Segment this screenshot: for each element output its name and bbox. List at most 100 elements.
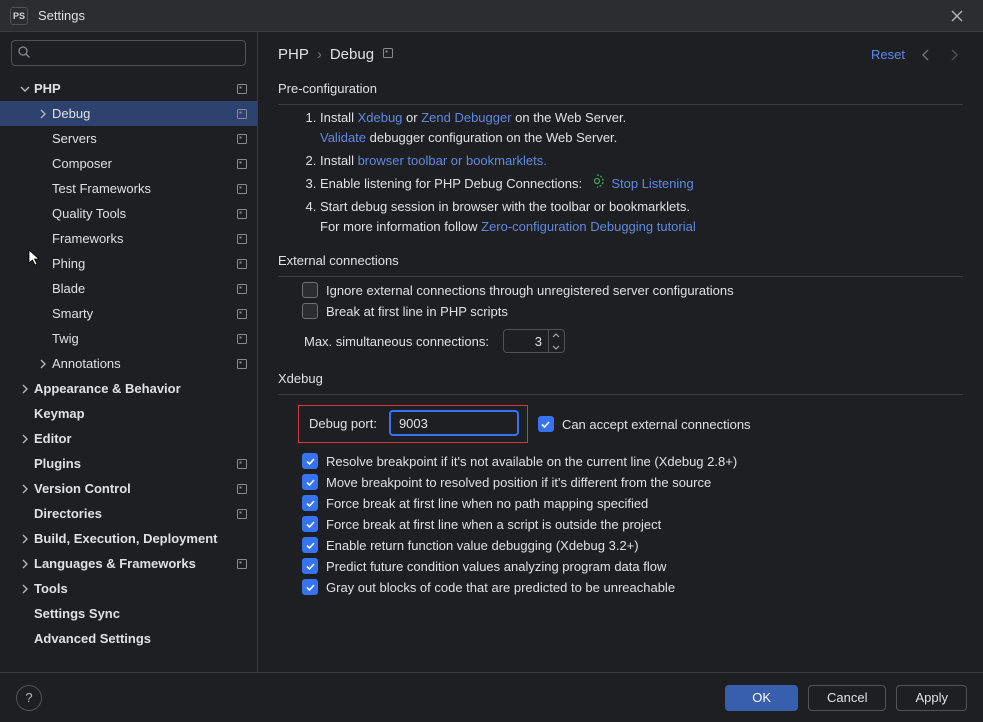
- tree-item-editor[interactable]: Editor: [0, 426, 257, 451]
- scope-icon: [235, 257, 249, 271]
- tree-item-smarty[interactable]: Smarty: [0, 301, 257, 326]
- xdebug-opt-2-checkbox[interactable]: [302, 495, 318, 511]
- main-panel: PHP › Debug Reset Pre-configuration I: [258, 32, 983, 672]
- scope-icon: [235, 107, 249, 121]
- scope-icon: [235, 132, 249, 146]
- debug-port-highlight: Debug port:: [298, 405, 528, 443]
- ignore-unregistered-checkbox[interactable]: [302, 282, 318, 298]
- accept-external-label: Can accept external connections: [562, 417, 751, 432]
- tree-item-build-execution-deployment[interactable]: Build, Execution, Deployment: [0, 526, 257, 551]
- preconfig-step-2: Install browser toolbar or bookmarklets.: [320, 151, 963, 171]
- cancel-button[interactable]: Cancel: [808, 685, 886, 711]
- chevron-right-icon[interactable]: [36, 109, 50, 119]
- accept-external-checkbox[interactable]: [538, 416, 554, 432]
- validate-link[interactable]: Validate: [320, 130, 366, 145]
- tree-item-version-control[interactable]: Version Control: [0, 476, 257, 501]
- preconfig-title: Pre-configuration: [278, 81, 963, 96]
- tree-item-label: Directories: [34, 506, 235, 521]
- chevron-right-icon[interactable]: [18, 384, 32, 394]
- xdebug-opt-4-checkbox[interactable]: [302, 537, 318, 553]
- tree-item-composer[interactable]: Composer: [0, 151, 257, 176]
- break-first-line-checkbox[interactable]: [302, 303, 318, 319]
- xdebug-opt-5-label: Predict future condition values analyzin…: [326, 559, 666, 574]
- tree-item-tools[interactable]: Tools: [0, 576, 257, 601]
- zend-debugger-link[interactable]: Zend Debugger: [421, 110, 511, 125]
- scope-icon: [235, 332, 249, 346]
- scope-icon: [235, 507, 249, 521]
- tree-item-quality-tools[interactable]: Quality Tools: [0, 201, 257, 226]
- window-title: Settings: [38, 8, 941, 23]
- tree-item-label: Composer: [52, 156, 235, 171]
- xdebug-opt-6-checkbox[interactable]: [302, 579, 318, 595]
- xdebug-opt-0-checkbox[interactable]: [302, 453, 318, 469]
- chevron-right-icon[interactable]: [18, 559, 32, 569]
- external-connections-title: External connections: [278, 253, 963, 268]
- tree-item-label: Servers: [52, 131, 235, 146]
- tree-item-label: Editor: [34, 431, 249, 446]
- scope-icon: [235, 207, 249, 221]
- breadcrumb-root[interactable]: PHP: [278, 46, 309, 63]
- ok-button[interactable]: OK: [725, 685, 798, 711]
- tree-item-twig[interactable]: Twig: [0, 326, 257, 351]
- nav-back-button[interactable]: [919, 48, 933, 62]
- close-button[interactable]: [941, 0, 973, 32]
- tree-item-advanced-settings[interactable]: Advanced Settings: [0, 626, 257, 651]
- tree-item-label: Version Control: [34, 481, 235, 496]
- apply-button[interactable]: Apply: [896, 685, 967, 711]
- tree-item-blade[interactable]: Blade: [0, 276, 257, 301]
- scope-icon: [235, 557, 249, 571]
- tree-item-keymap[interactable]: Keymap: [0, 401, 257, 426]
- tree-item-label: Blade: [52, 281, 235, 296]
- chevron-right-icon[interactable]: [18, 584, 32, 594]
- tree-item-directories[interactable]: Directories: [0, 501, 257, 526]
- search-input[interactable]: [11, 40, 246, 66]
- tree-item-label: Debug: [52, 106, 235, 121]
- tree-item-servers[interactable]: Servers: [0, 126, 257, 151]
- zero-config-tutorial-link[interactable]: Zero-configuration Debugging tutorial: [481, 219, 696, 234]
- tree-item-plugins[interactable]: Plugins: [0, 451, 257, 476]
- chevron-right-icon[interactable]: [36, 359, 50, 369]
- chevron-right-icon[interactable]: [18, 484, 32, 494]
- max-connections-stepper[interactable]: [503, 329, 565, 353]
- nav-forward-button[interactable]: [947, 48, 961, 62]
- tree-item-php[interactable]: PHP: [0, 76, 257, 101]
- max-connections-input[interactable]: [504, 330, 548, 352]
- sidebar: PHP Debug Servers Composer Test FrameworksQu…: [0, 32, 258, 672]
- xdebug-link[interactable]: Xdebug: [358, 110, 403, 125]
- tree-item-appearance-behavior[interactable]: Appearance & Behavior: [0, 376, 257, 401]
- tree-item-label: Plugins: [34, 456, 235, 471]
- tree-item-label: Annotations: [52, 356, 235, 371]
- close-icon: [950, 9, 964, 23]
- tree-item-label: PHP: [34, 81, 235, 96]
- xdebug-opt-0-label: Resolve breakpoint if it's not available…: [326, 454, 737, 469]
- reset-link[interactable]: Reset: [871, 47, 905, 62]
- help-button[interactable]: ?: [16, 685, 42, 711]
- xdebug-opt-5-checkbox[interactable]: [302, 558, 318, 574]
- tree-item-test-frameworks[interactable]: Test Frameworks: [0, 176, 257, 201]
- scope-icon: [235, 82, 249, 96]
- tree-item-languages-frameworks[interactable]: Languages & Frameworks: [0, 551, 257, 576]
- xdebug-opt-1-checkbox[interactable]: [302, 474, 318, 490]
- chevron-right-icon[interactable]: [18, 534, 32, 544]
- xdebug-opt-6-label: Gray out blocks of code that are predict…: [326, 580, 675, 595]
- debug-listen-icon: [590, 174, 604, 188]
- settings-tree[interactable]: PHP Debug Servers Composer Test FrameworksQu…: [0, 70, 257, 672]
- dialog-footer: ? OK Cancel Apply: [0, 672, 983, 722]
- chevron-down-icon[interactable]: [18, 84, 32, 94]
- stepper-up[interactable]: [549, 330, 564, 341]
- tree-item-annotations[interactable]: Annotations: [0, 351, 257, 376]
- cursor-icon: [28, 249, 42, 267]
- debug-port-input[interactable]: [389, 410, 519, 436]
- titlebar: PS Settings: [0, 0, 983, 32]
- scope-icon: [235, 282, 249, 296]
- chevron-right-icon[interactable]: [18, 434, 32, 444]
- scope-icon: [235, 357, 249, 371]
- stepper-down[interactable]: [549, 341, 564, 352]
- tree-item-settings-sync[interactable]: Settings Sync: [0, 601, 257, 626]
- preconfig-step-4: Start debug session in browser with the …: [320, 197, 963, 237]
- tree-item-frameworks[interactable]: Frameworks: [0, 226, 257, 251]
- tree-item-debug[interactable]: Debug: [0, 101, 257, 126]
- stop-listening-link[interactable]: Stop Listening: [611, 176, 693, 191]
- browser-toolbar-link[interactable]: browser toolbar or bookmarklets.: [358, 153, 547, 168]
- xdebug-opt-3-checkbox[interactable]: [302, 516, 318, 532]
